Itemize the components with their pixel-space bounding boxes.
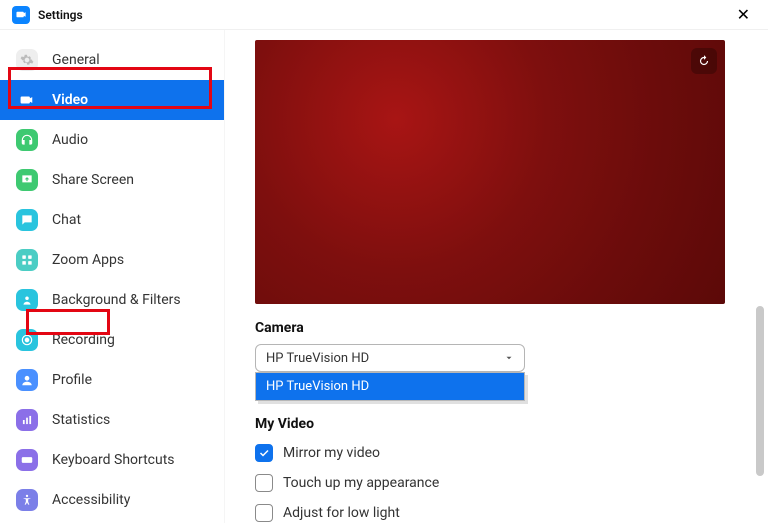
profile-icon [16,369,38,391]
titlebar-left: Settings [12,6,83,24]
sidebar-item-background-filters[interactable]: Background & Filters [0,280,224,320]
sidebar-item-audio[interactable]: Audio [0,120,224,160]
video-preview [255,40,725,304]
sidebar-item-label: Recording [52,332,115,348]
sidebar-item-label: Zoom Apps [52,252,124,268]
sidebar-item-profile[interactable]: Profile [0,360,224,400]
rotate-camera-button[interactable] [691,48,717,74]
option-label: Touch up my appearance [283,475,439,491]
close-button[interactable]: ✕ [731,3,756,26]
background-icon [16,289,38,311]
camera-selected-value: HP TrueVision HD [266,351,369,366]
sidebar-item-label: Share Screen [52,172,134,188]
titlebar: Settings ✕ [0,0,768,30]
option-touch-up[interactable]: Touch up my appearance [255,474,748,492]
sidebar-item-label: Audio [52,132,88,148]
vertical-scrollbar[interactable] [756,306,764,476]
camera-section-label: Camera [255,320,304,336]
sidebar-item-label: General [52,52,100,68]
gear-icon [16,49,38,71]
accessibility-icon [16,489,38,511]
sidebar-item-zoom-apps[interactable]: Zoom Apps [0,240,224,280]
camera-select[interactable]: HP TrueVision HD HP TrueVision HD [255,344,525,372]
sidebar-item-label: Keyboard Shortcuts [52,452,175,468]
video-icon [16,89,38,111]
checkbox[interactable] [255,474,273,492]
app-icon [12,6,30,24]
sidebar-item-label: Profile [52,372,92,388]
sidebar-item-label: Video [52,92,88,108]
checkbox[interactable] [255,444,273,462]
chevron-down-icon [504,353,514,363]
checkbox[interactable] [255,504,273,522]
headphones-icon [16,129,38,151]
option-low-light[interactable]: Adjust for low light [255,504,748,522]
recording-icon [16,329,38,351]
statistics-icon [16,409,38,431]
sidebar-item-label: Background & Filters [52,292,181,308]
sidebar-item-keyboard-shortcuts[interactable]: Keyboard Shortcuts [0,440,224,480]
sidebar-item-label: Accessibility [52,492,130,508]
sidebar: General Video Audio Share Screen Chat Zo… [0,30,225,523]
option-label: Mirror my video [283,445,380,461]
option-mirror-video[interactable]: Mirror my video [255,444,748,462]
camera-dropdown: HP TrueVision HD [255,372,525,401]
sidebar-item-chat[interactable]: Chat [0,200,224,240]
sidebar-item-label: Chat [52,212,81,228]
keyboard-icon [16,449,38,471]
sidebar-item-video[interactable]: Video [0,80,224,120]
apps-icon [16,249,38,271]
sidebar-item-recording[interactable]: Recording [0,320,224,360]
camera-option[interactable]: HP TrueVision HD [256,373,524,400]
main-content: Camera HP TrueVision HD HP TrueVision HD… [225,30,768,523]
chat-icon [16,209,38,231]
option-label: Adjust for low light [283,505,400,521]
sidebar-item-accessibility[interactable]: Accessibility [0,480,224,520]
window-title: Settings [38,8,83,22]
sidebar-item-general[interactable]: General [0,40,224,80]
sidebar-item-label: Statistics [52,412,110,428]
share-screen-icon [16,169,38,191]
sidebar-item-share-screen[interactable]: Share Screen [0,160,224,200]
my-video-section-label: My Video [255,416,748,432]
sidebar-item-statistics[interactable]: Statistics [0,400,224,440]
camera-select-box[interactable]: HP TrueVision HD [255,344,525,372]
